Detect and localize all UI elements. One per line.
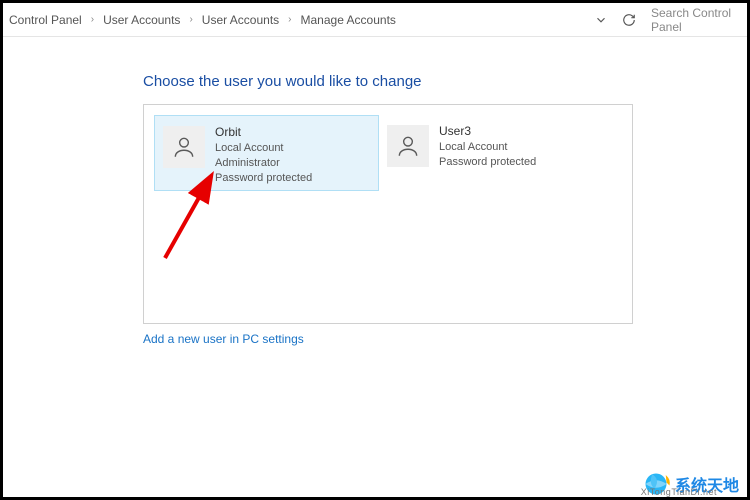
- search-placeholder: Search Control Panel: [651, 6, 737, 34]
- breadcrumb[interactable]: Control Panel › User Accounts › User Acc…: [3, 9, 587, 31]
- watermark-url: XiTongTianDi.net: [641, 487, 717, 497]
- search-input[interactable]: Search Control Panel: [649, 8, 737, 32]
- user-detail: Administrator: [215, 156, 312, 171]
- breadcrumb-item[interactable]: Control Panel: [5, 9, 86, 31]
- user-name: User3: [439, 123, 536, 139]
- chevron-right-icon: ›: [186, 14, 195, 25]
- user-detail: Local Account: [215, 141, 312, 156]
- page-title: Choose the user you would like to change: [143, 73, 747, 90]
- breadcrumb-item[interactable]: Manage Accounts: [297, 9, 400, 31]
- chevron-right-icon: ›: [285, 14, 294, 25]
- user-card-orbit[interactable]: Orbit Local Account Administrator Passwo…: [154, 115, 379, 191]
- breadcrumb-item[interactable]: User Accounts: [198, 9, 283, 31]
- user-meta: Orbit Local Account Administrator Passwo…: [215, 124, 312, 186]
- user-icon: [387, 125, 429, 167]
- history-dropdown-icon[interactable]: [587, 6, 615, 34]
- user-card-user3[interactable]: User3 Local Account Password protected: [379, 115, 604, 191]
- user-detail: Local Account: [439, 140, 536, 155]
- user-icon: [163, 126, 205, 168]
- user-detail: Password protected: [439, 155, 536, 170]
- user-name: Orbit: [215, 124, 312, 140]
- refresh-icon[interactable]: [615, 6, 643, 34]
- user-detail: Password protected: [215, 171, 312, 186]
- user-meta: User3 Local Account Password protected: [439, 123, 536, 170]
- add-user-link[interactable]: Add a new user in PC settings: [143, 332, 304, 346]
- accounts-list: Orbit Local Account Administrator Passwo…: [143, 104, 633, 324]
- breadcrumb-item[interactable]: User Accounts: [99, 9, 184, 31]
- chevron-right-icon: ›: [88, 14, 97, 25]
- header-bar: Control Panel › User Accounts › User Acc…: [3, 3, 747, 37]
- content-area: Choose the user you would like to change…: [3, 37, 747, 348]
